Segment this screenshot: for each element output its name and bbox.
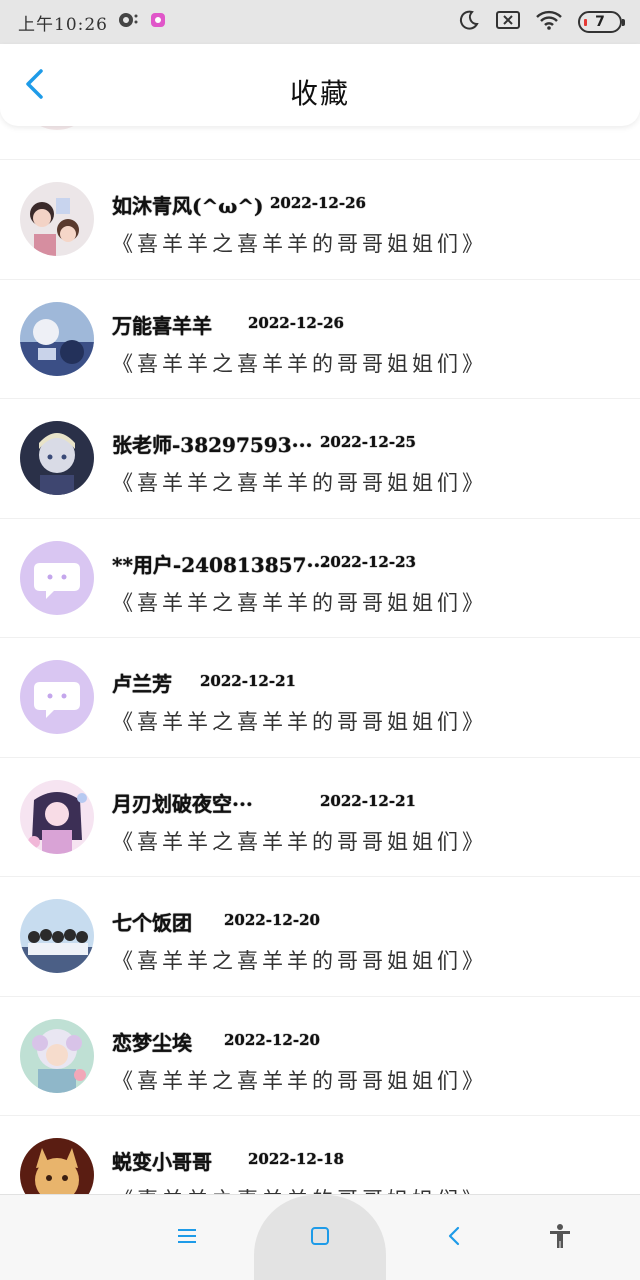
favorite-date: 2022-12-26 bbox=[270, 194, 366, 212]
video-title: 《喜羊羊之喜羊羊的哥哥姐姐们》 bbox=[112, 471, 487, 495]
accessibility-icon bbox=[548, 1223, 572, 1253]
favorites-list: 如沐青风(^ω^) 2022-12-26 《喜羊羊之喜羊羊的哥哥姐姐们》 万能喜… bbox=[0, 56, 640, 1236]
moon-icon bbox=[458, 9, 480, 35]
user-name: 万能喜羊羊 bbox=[112, 313, 212, 338]
video-title: 《喜羊羊之喜羊羊的哥哥姐姐们》 bbox=[112, 351, 487, 376]
user-name: 月刃划破夜空··· bbox=[112, 791, 253, 816]
video-title: 《喜羊羊之喜羊羊的哥哥姐姐们》 bbox=[112, 829, 487, 854]
menu-button[interactable] bbox=[166, 1195, 208, 1280]
accessibility-button[interactable] bbox=[538, 1195, 582, 1280]
favorite-date: 2022-12-23 bbox=[320, 552, 416, 571]
app-notification-icon bbox=[118, 11, 140, 33]
avatar bbox=[20, 779, 94, 854]
list-item[interactable]: **用户-240813857··· 2022-12-23 《喜羊羊之喜羊羊的哥哥… bbox=[0, 519, 640, 638]
video-title: 《喜羊羊之喜羊羊的哥哥姐姐们》 bbox=[112, 949, 487, 973]
avatar bbox=[20, 899, 94, 973]
status-bar: 上午10:26 7 bbox=[0, 0, 640, 44]
avatar bbox=[20, 182, 94, 256]
home-button[interactable] bbox=[298, 1195, 342, 1280]
battery-icon: 7 bbox=[578, 11, 625, 33]
list-item[interactable]: 七个饭团 2022-12-20 《喜羊羊之喜羊羊的哥哥姐姐们》 bbox=[0, 877, 640, 997]
list-item[interactable]: 卢兰芳 2022-12-21 《喜羊羊之喜羊羊的哥哥姐姐们》 bbox=[0, 638, 640, 758]
user-name: 七个饭团 bbox=[112, 911, 192, 935]
user-name: 恋梦尘埃 bbox=[112, 1030, 192, 1055]
list-item[interactable]: 如沐青风(^ω^) 2022-12-26 《喜羊羊之喜羊羊的哥哥姐姐们》 bbox=[0, 160, 640, 280]
battery-level: 7 bbox=[595, 14, 605, 30]
favorite-date: 2022-12-21 bbox=[320, 791, 416, 810]
back-nav-button[interactable] bbox=[432, 1195, 476, 1280]
avatar-default-icon bbox=[20, 660, 94, 734]
user-name: 卢兰芳 bbox=[112, 672, 172, 696]
avatar bbox=[20, 1018, 94, 1093]
wifi-icon bbox=[536, 10, 562, 34]
avatar bbox=[20, 421, 94, 495]
favorite-date: 2022-12-25 bbox=[320, 433, 416, 451]
user-name: **用户-240813857··· bbox=[112, 552, 328, 577]
video-title: 《喜羊羊之喜羊羊的哥哥姐姐们》 bbox=[112, 232, 487, 256]
home-square-icon bbox=[310, 1226, 330, 1250]
video-title: 《喜羊羊之喜羊羊的哥哥姐姐们》 bbox=[112, 710, 487, 734]
status-left: 上午10:26 bbox=[18, 8, 166, 36]
avatar-default-icon bbox=[20, 540, 94, 615]
favorite-date: 2022-12-20 bbox=[224, 1030, 320, 1049]
avatar bbox=[20, 301, 94, 376]
user-name: 张老师-38297593··· bbox=[112, 433, 313, 457]
favorite-date: 2022-12-26 bbox=[248, 313, 344, 332]
page-title: 收藏 bbox=[289, 77, 350, 110]
favorite-date: 2022-12-20 bbox=[224, 911, 320, 929]
favorite-date: 2022-12-21 bbox=[200, 672, 296, 690]
back-arrow-icon bbox=[447, 1225, 461, 1251]
list-item[interactable]: 张老师-38297593··· 2022-12-25 《喜羊羊之喜羊羊的哥哥姐姐… bbox=[0, 399, 640, 519]
system-nav-bar bbox=[0, 1194, 640, 1280]
list-item[interactable]: 恋梦尘埃 2022-12-20 《喜羊羊之喜羊羊的哥哥姐姐们》 bbox=[0, 997, 640, 1116]
header-bar: 收藏 bbox=[0, 44, 640, 126]
video-title: 《喜羊羊之喜羊羊的哥哥姐姐们》 bbox=[112, 590, 487, 615]
app-badge-icon bbox=[150, 12, 166, 32]
video-title: 《喜羊羊之喜羊羊的哥哥姐姐们》 bbox=[112, 1068, 487, 1093]
status-right: 7 bbox=[458, 8, 625, 36]
sim-icon bbox=[496, 10, 520, 34]
user-name: 如沐青风(^ω^) bbox=[112, 194, 264, 218]
list-item[interactable]: 万能喜羊羊 2022-12-26 《喜羊羊之喜羊羊的哥哥姐姐们》 bbox=[0, 280, 640, 399]
status-time: 上午10:26 bbox=[18, 14, 108, 35]
user-name: 蜕变小哥哥 bbox=[112, 1150, 212, 1174]
menu-icon bbox=[177, 1228, 197, 1248]
favorite-date: 2022-12-18 bbox=[248, 1150, 344, 1168]
list-item[interactable]: 月刃划破夜空··· 2022-12-21 《喜羊羊之喜羊羊的哥哥姐姐们》 bbox=[0, 758, 640, 877]
